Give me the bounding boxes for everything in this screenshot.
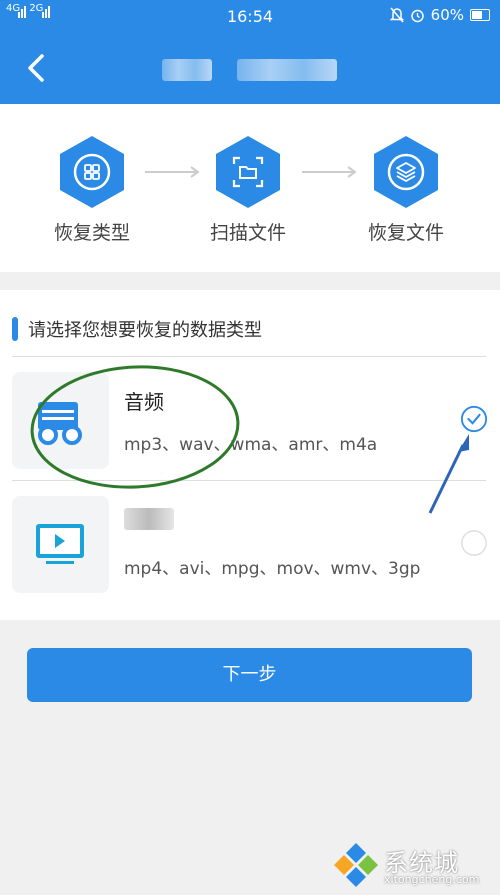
step-label: 恢复类型 <box>53 222 130 244</box>
layers-icon <box>374 136 438 208</box>
option-title: 音频 <box>124 390 164 414</box>
prompt-heading: 请选择您想要恢复的数据类型 <box>12 316 262 342</box>
step-recovery-type: 恢复类型 <box>37 134 147 245</box>
battery-percent: 60% <box>430 6 464 24</box>
option-audio[interactable]: 音频 mp3、wav、wma、amr、m4a <box>12 362 488 474</box>
accent-bar <box>12 317 18 341</box>
status-right: 60% <box>389 6 490 24</box>
option-formats: mp3、wav、wma、amr、m4a <box>124 435 378 455</box>
grid-icon <box>60 136 124 208</box>
audio-icon <box>12 372 109 469</box>
app-header <box>0 32 500 104</box>
back-arrow-icon[interactable] <box>20 50 56 86</box>
step-arrow-icon <box>302 166 357 178</box>
scan-folder-icon <box>216 136 280 208</box>
battery-icon <box>470 9 490 21</box>
video-icon <box>12 496 109 593</box>
option-formats: mp4、avi、mpg、mov、wmv、3gp <box>124 559 421 579</box>
divider <box>12 356 486 357</box>
divider <box>12 480 486 481</box>
blurred-title <box>162 59 212 81</box>
step-label: 恢复文件 <box>367 222 444 244</box>
option-video[interactable]: mp4、avi、mpg、mov、wmv、3gp <box>12 486 488 598</box>
prompt-text: 请选择您想要恢复的数据类型 <box>28 320 262 341</box>
next-step-button[interactable]: 下一步 <box>27 648 472 702</box>
watermark: 系统城 xitongcheng.com <box>332 841 492 891</box>
unchecked-radio-icon[interactable] <box>460 529 488 557</box>
data-type-panel: 请选择您想要恢复的数据类型 音频 mp3、wav、wma、amr、m4a mp4… <box>0 290 500 620</box>
mute-icon <box>389 7 404 23</box>
option-title-blurred <box>124 508 174 530</box>
windows-logo-icon <box>334 843 378 887</box>
recovery-steps: 恢复类型 扫描文件 恢复文件 <box>0 104 500 272</box>
watermark-url: xitongcheng.com <box>384 873 480 886</box>
status-bar: 4G 2G 16:54 60% <box>0 0 500 32</box>
alarm-icon <box>410 9 424 22</box>
step-recover-files: 恢复文件 <box>351 134 461 245</box>
checked-radio-icon[interactable] <box>460 405 488 433</box>
blurred-title-part2 <box>237 59 337 81</box>
step-scan-files: 扫描文件 <box>193 134 303 245</box>
step-label: 扫描文件 <box>209 222 286 244</box>
